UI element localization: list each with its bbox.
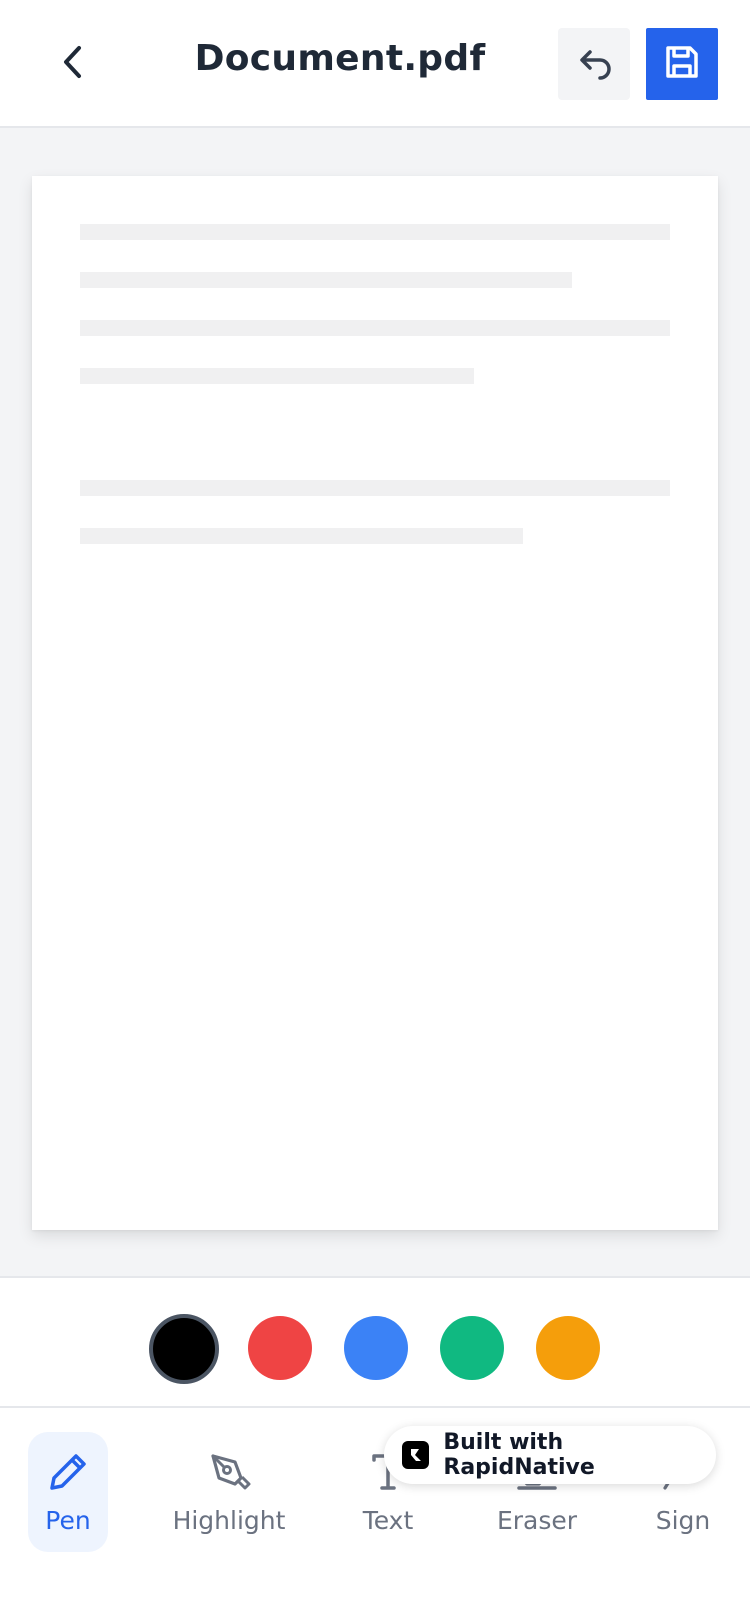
- undo-icon: [574, 44, 614, 84]
- tool-highlight[interactable]: Highlight: [170, 1432, 288, 1552]
- color-swatch-green[interactable]: [440, 1316, 504, 1380]
- color-swatch-orange[interactable]: [536, 1316, 600, 1380]
- color-palette: [0, 1278, 750, 1408]
- text-line-placeholder: [80, 320, 670, 336]
- text-line-placeholder: [80, 368, 474, 384]
- text-line-placeholder: [80, 480, 670, 496]
- save-icon: [662, 42, 702, 86]
- document-canvas[interactable]: [0, 128, 750, 1278]
- color-swatch-black[interactable]: [149, 1314, 219, 1384]
- highlight-icon: [203, 1446, 255, 1498]
- tool-label: Pen: [45, 1506, 91, 1535]
- save-button[interactable]: [646, 28, 718, 100]
- undo-button[interactable]: [558, 28, 630, 100]
- built-with-badge[interactable]: Built with RapidNative: [384, 1426, 716, 1484]
- tool-label: Text: [362, 1506, 414, 1535]
- badge-label: Built with RapidNative: [443, 1430, 595, 1480]
- back-button[interactable]: [44, 32, 100, 96]
- color-swatch-red[interactable]: [248, 1316, 312, 1380]
- document-page[interactable]: [32, 176, 718, 1230]
- pen-icon: [42, 1446, 94, 1498]
- chevron-left-icon: [57, 42, 87, 86]
- text-line-placeholder: [80, 528, 523, 544]
- text-line-placeholder: [80, 224, 670, 240]
- tool-label: Highlight: [172, 1506, 286, 1535]
- text-line-placeholder: [80, 272, 572, 288]
- page-title: Document.pdf: [194, 38, 486, 79]
- header-bar: Document.pdf: [0, 0, 750, 128]
- color-swatch-blue[interactable]: [344, 1316, 408, 1380]
- tool-pen[interactable]: Pen: [28, 1432, 108, 1552]
- rapidnative-logo-icon: [402, 1441, 430, 1469]
- tool-label: Sign: [655, 1506, 711, 1535]
- tool-label: Eraser: [496, 1506, 578, 1535]
